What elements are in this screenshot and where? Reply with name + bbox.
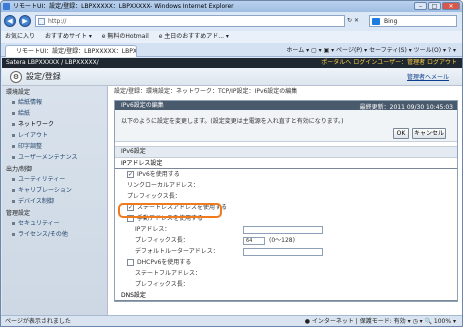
window-title: リモートUI：設定/登録：LBPXXXXX：LBPXXXXX- Windows … xyxy=(13,3,234,10)
forward-button[interactable]: ▶ xyxy=(19,15,31,27)
cancel-button[interactable]: キャンセル xyxy=(412,128,446,139)
status-bar: ページが表示されました ● インターネット | 保護モード: 有効 ▾ ◷ ▾ … xyxy=(1,315,462,326)
sidebar-item[interactable]: キャリブレーション xyxy=(2,185,107,196)
prefix-length-label-2: プレフィックス長： xyxy=(135,237,189,244)
sidebar-item[interactable]: レイアウト xyxy=(2,130,107,141)
maximize-button[interactable]: □ xyxy=(428,2,441,10)
manager-mail-link[interactable]: 管理者へメール xyxy=(407,72,449,81)
minimize-button[interactable]: – xyxy=(414,2,427,10)
close-button[interactable]: ✕ xyxy=(442,2,460,10)
breadcrumb: 設定/登録：環境設定：ネットワーク：TCP/IP設定：IPv6設定の編集 xyxy=(114,88,298,95)
fav-item[interactable]: おすすめサイト ▾ xyxy=(45,33,92,40)
highlight-box xyxy=(118,203,222,218)
stop-button[interactable]: ✕ xyxy=(354,17,359,24)
sidebar-item[interactable]: ライセンス/その他 xyxy=(2,229,107,240)
sidebar-item-network[interactable]: ネットワーク xyxy=(2,119,107,130)
dns-section: DNS設定 xyxy=(115,292,457,301)
ip-address-input[interactable] xyxy=(243,226,323,234)
page-icon xyxy=(38,18,45,25)
ipaddr-section: IPアドレス設定 xyxy=(115,160,457,169)
edit-panel: IPv6設定の編集 最終更新：2011 09/30 10:45:03 以下のよう… xyxy=(114,100,458,302)
default-router-label: デフォルトルーターアドレス： xyxy=(135,248,219,255)
address-bar[interactable]: http:// xyxy=(35,15,345,27)
dhcpv6-checkbox[interactable] xyxy=(127,259,134,266)
panel-body: 最終更新：2011 09/30 10:45:03 以下のように設定を変更します。… xyxy=(115,104,457,142)
search-engine: Bing xyxy=(384,18,398,25)
sidebar-section-title: 環境設定 xyxy=(6,89,31,96)
favorites-bar: お気に入り おすすめサイト ▾ e 無料のHotmail e 主日のおすすめアド… xyxy=(1,31,462,43)
fav-item[interactable]: e 主日のおすすめアド... ▾ xyxy=(159,33,229,40)
sidebar-item[interactable]: ユーティリティー xyxy=(2,174,107,185)
info-message: 以下のように設定を変更します。(設定変更は主電源を入れ直すと有効になります。) xyxy=(121,118,344,125)
title-bar: リモートUI：設定/登録：LBPXXXXX：LBPXXXXX- Windows … xyxy=(1,1,462,12)
prefix-length-input[interactable]: 64 xyxy=(243,237,265,245)
prefix-length-label-3: プレフィックス長： xyxy=(135,281,189,288)
favorites-button[interactable]: お気に入り xyxy=(5,33,35,40)
site-header: Satera LBPXXXXX / LBPXXXXX/ ポータルへ ログインユー… xyxy=(2,58,462,68)
page-title: 設定/登録 xyxy=(26,72,61,81)
ok-button[interactable]: OK xyxy=(393,128,409,139)
prefix-length-label: プレフィックス長： xyxy=(127,193,181,200)
brand: Satera LBPXXXXX / LBPXXXXX/ xyxy=(6,59,99,66)
refresh-button[interactable]: ↻ xyxy=(347,17,352,24)
sidebar-item[interactable]: デバイス制御 xyxy=(2,196,107,207)
sidebar: 環境設定 給紙情報 給紙 ネットワーク レイアウト 印字調整 ユーザーメンテナン… xyxy=(2,86,108,315)
search-box[interactable]: Bing xyxy=(369,15,457,27)
address-text: http:// xyxy=(48,18,67,25)
page-content: Satera LBPXXXXX / LBPXXXXX/ ポータルへ ログインユー… xyxy=(2,58,462,315)
sidebar-item[interactable]: 給紙 xyxy=(2,108,107,119)
link-local-label: リンクローカルアドレス： xyxy=(127,182,200,189)
command-bar[interactable]: ホーム ▾ ▢ ▾ ▣ ▾ ページ(P) ▾ セーフティ(S) ▾ ツール(O)… xyxy=(286,45,456,56)
sidebar-item[interactable]: 給紙情報 xyxy=(2,97,107,108)
bing-icon xyxy=(372,18,380,25)
browser-window: リモートUI：設定/登録：LBPXXXXX：LBPXXXXX- Windows … xyxy=(0,0,463,327)
sidebar-item[interactable]: セキュリティー xyxy=(2,218,107,229)
settings-form: IPv6設定 IPアドレス設定 ✓ IPv6を使用する リンクローカルアドレス： … xyxy=(115,146,457,301)
sidebar-item[interactable]: 印字調整 xyxy=(2,141,107,152)
use-ipv6-label: IPv6を使用する xyxy=(137,171,180,178)
prefix-range: (0〜128) xyxy=(269,237,295,244)
sidebar-item[interactable]: ユーザーメンテナンス xyxy=(2,152,107,163)
fav-item[interactable]: e 無料のHotmail xyxy=(102,33,149,40)
settings-icon: ⚙ xyxy=(10,71,22,83)
ip-address-label: IPアドレス： xyxy=(135,226,171,233)
sidebar-section-title: 出力/制御 xyxy=(6,166,33,173)
last-updated: 最終更新：2011 09/30 10:45:03 xyxy=(359,104,453,111)
header-links[interactable]: ポータルへ ログインユーザー：管理者 ログアウト xyxy=(321,58,457,68)
main-content: 設定/登録：環境設定：ネットワーク：TCP/IP設定：IPv6設定の編集 IPv… xyxy=(114,86,458,302)
ie-icon xyxy=(3,3,10,10)
dhcpv6-label: DHCPv6を使用する xyxy=(137,259,192,266)
section-label: IPv6設定 xyxy=(115,146,457,158)
default-router-input[interactable] xyxy=(243,248,323,256)
stateful-label: ステートフルアドレス： xyxy=(135,270,202,277)
tab-remote-ui[interactable]: リモートUI：設定/登録：LBPXXXXX：LBPXX... xyxy=(5,45,137,57)
address-row: ◀ ▶ http:// ↻ ✕ Bing xyxy=(1,12,462,31)
status-right: ● インターネット | 保護モード: 有効 ▾ ◷ ▾ 🔍 100% ▾ xyxy=(304,318,456,325)
status-text: ページが表示されました xyxy=(5,318,71,325)
page-header: ⚙ 設定/登録 管理者へメール xyxy=(2,68,462,86)
tab-row: リモートUI：設定/登録：LBPXXXXX：LBPXX... ホーム ▾ ▢ ▾… xyxy=(1,43,462,57)
use-ipv6-checkbox[interactable]: ✓ xyxy=(127,171,134,178)
sidebar-section-title: 管理設定 xyxy=(6,210,31,217)
back-button[interactable]: ◀ xyxy=(4,15,16,27)
